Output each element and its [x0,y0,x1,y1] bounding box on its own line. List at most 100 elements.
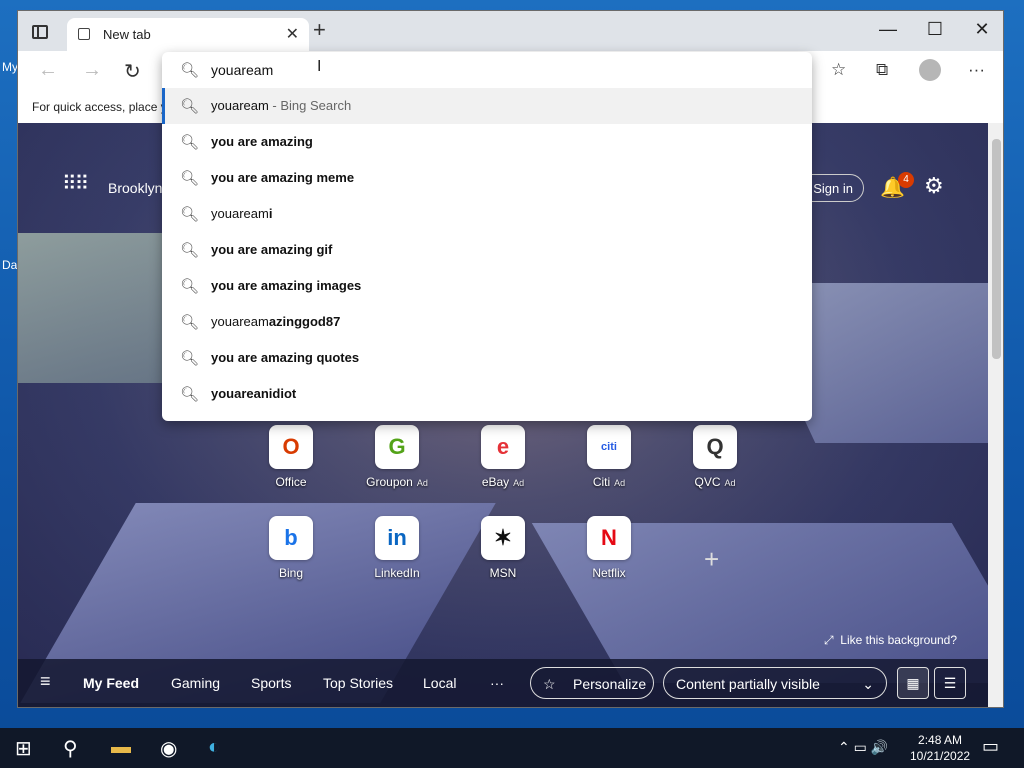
tile-label-text: Citi [592,475,611,489]
tile-msn[interactable]: ✶ MSN [453,516,553,580]
grid-layout-icon[interactable]: ▦ [897,667,929,699]
desktop-label: Da [2,258,18,272]
tile-ebay[interactable]: e eBay Ad [453,425,553,489]
profile-avatar[interactable] [919,59,941,81]
maximize-icon[interactable]: ☐ [920,19,950,40]
search-icon: 🔍︎ [180,134,200,151]
tile-label: LinkedIn [347,566,447,580]
personalize-icon: ☆ [543,676,556,692]
windows-start-icon[interactable]: ⊞ [15,736,32,761]
close-tab-icon[interactable]: ✕ [286,24,299,44]
more-tabs-button[interactable]: ··· [490,675,504,691]
search-icon[interactable]: ⚲ [63,736,78,761]
tile-label-text: Netflix [592,566,626,580]
address-bar[interactable]: 🔍︎ youaream I [162,52,812,88]
refresh-icon[interactable]: ↻ [124,59,141,84]
back-icon[interactable]: ← [38,59,58,82]
tile-linkedin[interactable]: in LinkedIn [347,516,447,580]
more-menu-icon[interactable]: ··· [968,60,985,80]
tab-sports[interactable]: Sports [251,675,291,691]
search-icon: 🔍︎ [180,350,200,367]
linkedin-icon: in [375,516,419,560]
tab-gaming[interactable]: Gaming [171,675,220,691]
search-icon: 🔍︎ [180,278,200,295]
suggestion-text: you are amazing meme [211,170,354,185]
ebay-icon: e [481,425,525,469]
tile-label: Groupon Ad [347,475,447,489]
minimize-icon[interactable]: — [873,19,903,40]
tile-label-text: eBay [481,475,510,489]
notifications-icon[interactable]: ▭ [982,736,999,757]
clock[interactable]: 2:48 AM 10/21/2022 [910,732,970,764]
msn-icon: ✶ [481,516,525,560]
page-scrollbar[interactable] [988,123,1003,707]
close-window-icon[interactable]: ✕ [967,19,997,40]
suggestion-item[interactable]: 🔍︎ you are amazing gif [162,232,812,268]
scrollbar-thumb[interactable] [992,139,1001,359]
list-layout-icon[interactable]: ☰ [934,667,966,699]
suggestion-item[interactable]: 🔍︎ you are amazing quotes [162,340,812,376]
tile-citi[interactable]: citi Citi Ad [559,425,659,489]
tile-qvc[interactable]: Q QVC Ad [665,425,765,489]
new-tab-button[interactable]: + [313,17,326,43]
ad-label: Ad [513,478,525,488]
tab-actions-icon[interactable] [32,25,48,39]
like-background-link[interactable]: ⤢ Like this background? [824,633,957,648]
weather-location[interactable]: Brooklyn [108,180,162,196]
tab-local[interactable]: Local [423,675,456,691]
favorites-icon[interactable]: ☆ [831,60,846,80]
personalize-button[interactable]: ☆ Personalize [530,667,654,699]
search-icon: 🔍︎ [180,242,200,259]
text-cursor-icon: I [317,58,322,75]
suggestion-text: you are amazing quotes [211,350,359,365]
tab-top-stories[interactable]: Top Stories [323,675,393,691]
search-icon: 🔍︎ [180,98,200,115]
suggestion-text: youaream - Bing Search [211,98,351,113]
system-tray-icons[interactable]: ⌃ ▭ 🔊 [838,739,888,756]
tile-office[interactable]: O Office [241,425,341,489]
content-visibility-select[interactable]: Content partially visible ⌄ [663,667,887,699]
suggestion-bold: you are amazing [211,134,313,149]
ad-label: Ad [614,478,626,488]
netflix-icon: N [587,516,631,560]
suggestion-item[interactable]: 🔍︎ youareanidiot [162,376,812,412]
new-tab-icon [78,28,90,40]
search-icon: 🔍︎ [180,206,200,223]
content-visibility-value: Content partially visible [676,676,820,692]
edge-icon[interactable]: ◐ [208,736,220,759]
suggestion-item[interactable]: 🔍︎ youaream - Bing Search [162,88,812,124]
collections-icon[interactable]: ⧉ [876,60,888,80]
tile-bing[interactable]: b Bing [241,516,341,580]
suggestion-item[interactable]: 🔍︎ youareamazinggod87 [162,304,812,340]
tile-netflix[interactable]: N Netflix [559,516,659,580]
add-shortcut-icon[interactable]: + [704,544,719,575]
notification-badge: 4 [898,172,914,188]
suggestion-item[interactable]: 🔍︎ you are amazing images [162,268,812,304]
suggestion-bold: you are amazing images [211,278,362,293]
file-explorer-icon[interactable]: ▬ [111,736,131,759]
suggestion-bold: you are amazing quotes [211,350,360,365]
suggestion-text: you are amazing [211,134,313,149]
suggestion-item[interactable]: 🔍︎ you are amazing [162,124,812,160]
suggestion-item[interactable]: 🔍︎ youareami [162,196,812,232]
tile-label: QVC Ad [665,475,765,489]
search-icon: 🔍︎ [180,170,200,187]
favorites-bar-hint: For quick access, place y [32,100,167,114]
suggestion-text: you are amazing gif [211,242,332,257]
address-input[interactable]: youaream [211,62,273,78]
tab-my-feed[interactable]: My Feed [83,675,139,691]
like-background-label: Like this background? [840,633,958,647]
apps-grid-icon[interactable]: ⠿⠿ [62,171,89,196]
hamburger-icon[interactable]: ≡ [40,671,51,692]
gear-icon[interactable]: ⚙ [924,173,944,199]
suggestion-text: youareanidiot [211,386,296,401]
tab-new-tab[interactable]: New tab ✕ [67,18,309,51]
suggestion-item[interactable]: 🔍︎ you are amazing meme [162,160,812,196]
chrome-icon[interactable]: ◉ [160,736,177,761]
tile-label-text: Bing [278,566,304,580]
qvc-icon: Q [693,425,737,469]
suggestion-text: youareami [211,206,272,221]
tile-groupon[interactable]: G Groupon Ad [347,425,447,489]
forward-icon[interactable]: → [82,59,102,82]
tile-label: Office [241,475,341,489]
